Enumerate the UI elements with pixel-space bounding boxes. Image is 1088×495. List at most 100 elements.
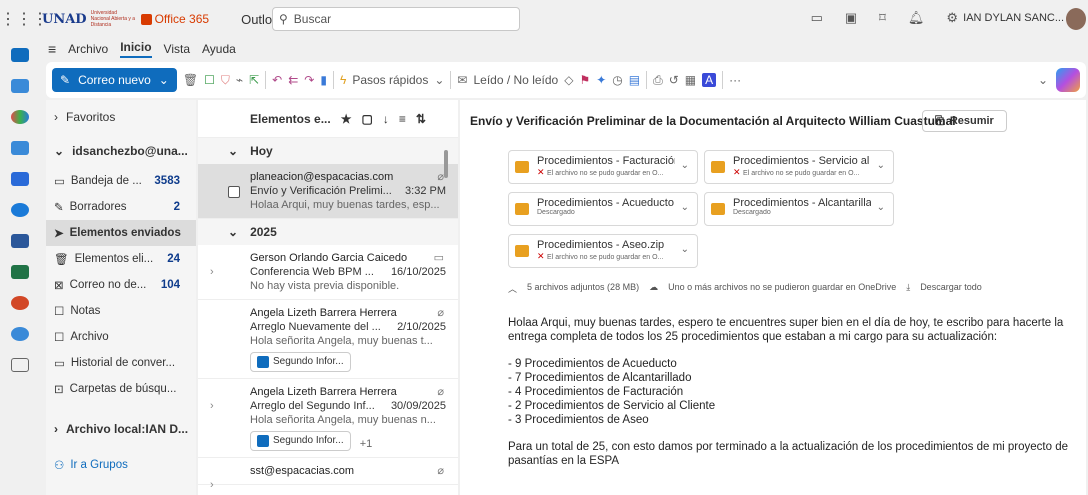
search-box[interactable]: ⚲ Buscar bbox=[272, 7, 520, 31]
filter-icon[interactable]: ≡ bbox=[399, 112, 406, 126]
tab-archivo[interactable]: Archivo bbox=[68, 42, 108, 56]
scrollbar[interactable] bbox=[444, 150, 448, 178]
group-header-2025[interactable]: ⌄ 2025 bbox=[198, 219, 458, 245]
attachment-card[interactable]: Procedimientos - Facturación... ✕ El arch… bbox=[508, 150, 698, 184]
checkbox[interactable] bbox=[228, 186, 240, 198]
search-input[interactable]: Buscar bbox=[294, 12, 331, 26]
chevron-down-icon[interactable]: ⌄ bbox=[159, 73, 169, 87]
archive-icon[interactable]: ☐ bbox=[204, 73, 215, 87]
star-icon[interactable]: ★ bbox=[341, 112, 352, 126]
folder-history[interactable]: ▭ Historial de conver... bbox=[46, 350, 196, 376]
folder-deleted[interactable]: 🗑︎ Elementos eli... 24 bbox=[46, 246, 196, 272]
attachment-card[interactable]: Procedimientos - Servicio al ... ✕ El arc… bbox=[704, 150, 894, 184]
gear-icon[interactable]: ⚙ bbox=[946, 10, 958, 26]
teams-share-icon[interactable]: ▮ bbox=[320, 73, 327, 87]
excel-icon[interactable]: ▣ bbox=[845, 10, 857, 26]
tab-vista[interactable]: Vista bbox=[164, 42, 190, 56]
sort-order-icon[interactable]: ⇅ bbox=[416, 112, 426, 126]
attachment-chip[interactable]: Segundo Infor... bbox=[250, 431, 351, 451]
attachment-chip[interactable]: Segundo Infor... bbox=[250, 352, 351, 372]
more-attachments-count[interactable]: +1 bbox=[360, 438, 373, 450]
user-name[interactable]: IAN DYLAN SANC... bbox=[963, 12, 1064, 24]
teams-icon[interactable]: ▭ bbox=[811, 10, 823, 26]
more-options-button[interactable]: ··· bbox=[729, 73, 741, 87]
reply-all-icon[interactable]: ⇇ bbox=[288, 73, 298, 87]
forward-icon[interactable]: ↷ bbox=[304, 73, 314, 87]
undo-icon[interactable]: ↺ bbox=[669, 73, 679, 87]
chevron-down-icon[interactable]: ⌄ bbox=[681, 244, 689, 255]
folder-inbox[interactable]: ▭ Bandeja de ... 3583 bbox=[46, 168, 196, 194]
folder-search[interactable]: ⊡ Carpetas de búsqu... bbox=[46, 376, 196, 402]
tag-icon[interactable]: ◇ bbox=[564, 73, 573, 87]
account-header[interactable]: ⌄ idsanchezbo@una... bbox=[46, 134, 196, 168]
chevron-right-icon[interactable]: › bbox=[210, 478, 214, 492]
folder-sent[interactable]: ➤ Elementos enviados bbox=[46, 220, 196, 246]
bell-icon[interactable]: 🔔︎ bbox=[908, 10, 925, 26]
tab-inicio[interactable]: Inicio bbox=[120, 40, 152, 58]
delete-icon[interactable]: 🗑︎ bbox=[183, 73, 198, 87]
print-icon[interactable]: ⎙ bbox=[653, 73, 663, 88]
tab-ayuda[interactable]: Ayuda bbox=[202, 42, 236, 56]
read-unread-button[interactable]: Leído / No leído bbox=[473, 73, 558, 87]
hamburger-icon[interactable]: ≡ bbox=[48, 41, 56, 57]
reply-icon[interactable]: ↶ bbox=[272, 73, 282, 87]
apps-icon[interactable]: ▦ bbox=[685, 73, 696, 87]
copilot-icon[interactable] bbox=[11, 110, 29, 124]
mail-icon[interactable] bbox=[11, 48, 29, 62]
excel-app-icon[interactable] bbox=[11, 265, 29, 279]
todo-icon[interactable] bbox=[11, 172, 29, 186]
summarize-button[interactable]: ⎘ Resumir bbox=[922, 110, 1007, 132]
folder-junk[interactable]: ⊠ Correo no de... 104 bbox=[46, 272, 196, 298]
attachment-card[interactable]: Procedimientos - Alcantarilla... Descarga… bbox=[704, 192, 894, 226]
copilot-button-icon[interactable] bbox=[1056, 68, 1080, 92]
chevron-down-icon[interactable]: ⌄ bbox=[877, 160, 885, 171]
quick-steps-button[interactable]: Pasos rápidos bbox=[352, 73, 428, 87]
sweep-icon[interactable]: ⌁ bbox=[236, 73, 243, 87]
local-archive-header[interactable]: › Archivo local:IAN D... bbox=[46, 412, 196, 446]
archive-box-icon: ☐ bbox=[54, 332, 65, 344]
folder-notes[interactable]: ☐ Notas bbox=[46, 298, 196, 324]
folder-drafts[interactable]: ✎ Borradores 2 bbox=[46, 194, 196, 220]
collapse-icon[interactable]: ︿ bbox=[508, 282, 517, 295]
move-icon[interactable]: ⇱ bbox=[249, 73, 259, 87]
flag-icon[interactable]: ⚑ bbox=[579, 73, 590, 87]
new-mail-button[interactable]: ✎ Correo nuevo ⌄ bbox=[52, 68, 177, 92]
chevron-down-icon[interactable]: ⌄ bbox=[434, 73, 444, 87]
snooze-icon[interactable]: ◷ bbox=[612, 73, 622, 87]
download-all-link[interactable]: Descargar todo bbox=[920, 282, 982, 295]
folder-archive[interactable]: ☐ Archivo bbox=[46, 324, 196, 350]
chevron-right-icon[interactable]: › bbox=[210, 265, 214, 279]
sort-icon[interactable]: ↓ bbox=[383, 112, 389, 126]
more-apps-icon[interactable] bbox=[11, 358, 29, 372]
powerpoint-icon[interactable] bbox=[11, 296, 29, 310]
list-item[interactable]: planeacion@espacacias.com Envío y Verifi… bbox=[198, 164, 458, 219]
list-item[interactable]: › sst@espacacias.com ⌀ bbox=[198, 458, 458, 491]
people-icon[interactable] bbox=[11, 141, 29, 155]
pin-icon[interactable]: ✦ bbox=[596, 73, 606, 87]
chevron-down-icon[interactable]: ⌄ bbox=[681, 202, 689, 213]
list-item[interactable]: Angela Lizeth Barrera Herrera Arreglo Nu… bbox=[198, 300, 458, 379]
calendar-icon[interactable] bbox=[11, 79, 29, 93]
list-item[interactable]: › Angela Lizeth Barrera Herrera Arreglo … bbox=[198, 379, 458, 458]
attachment-card[interactable]: Procedimientos - Acueducto.... Descargado… bbox=[508, 192, 698, 226]
word-icon[interactable] bbox=[11, 234, 29, 248]
chevron-right-icon[interactable]: › bbox=[210, 399, 214, 413]
app-launcher-icon[interactable]: ⋮⋮⋮ bbox=[0, 9, 48, 29]
chevron-down-icon[interactable]: ⌄ bbox=[877, 202, 885, 213]
onedrive-icon[interactable] bbox=[11, 203, 29, 217]
report-icon[interactable]: ⛉ bbox=[221, 73, 230, 88]
list-item[interactable]: › Gerson Orlando Garcia Caicedo Conferen… bbox=[198, 245, 458, 300]
feedback-icon[interactable]: ⌑ bbox=[879, 10, 886, 26]
favorites-header[interactable]: › Favoritos bbox=[46, 100, 196, 134]
chevron-down-icon[interactable]: ⌄ bbox=[1038, 73, 1048, 87]
select-icon[interactable]: ▢ bbox=[361, 112, 372, 126]
avatar[interactable] bbox=[1066, 8, 1086, 30]
rules-icon[interactable]: ▤ bbox=[629, 73, 640, 87]
groups-link[interactable]: ⚇ Ir a Grupos bbox=[46, 452, 196, 478]
org-explorer-icon[interactable] bbox=[11, 327, 29, 341]
org-logo[interactable]: UNAD Universidad Nacional Abierta y a Di… bbox=[42, 10, 209, 28]
chevron-down-icon[interactable]: ⌄ bbox=[681, 160, 689, 171]
forms-icon[interactable]: A bbox=[702, 73, 717, 87]
group-header-today[interactable]: ⌄ Hoy bbox=[198, 138, 458, 164]
attachment-card[interactable]: Procedimientos - Aseo.zip ✕ El archivo no… bbox=[508, 234, 698, 268]
